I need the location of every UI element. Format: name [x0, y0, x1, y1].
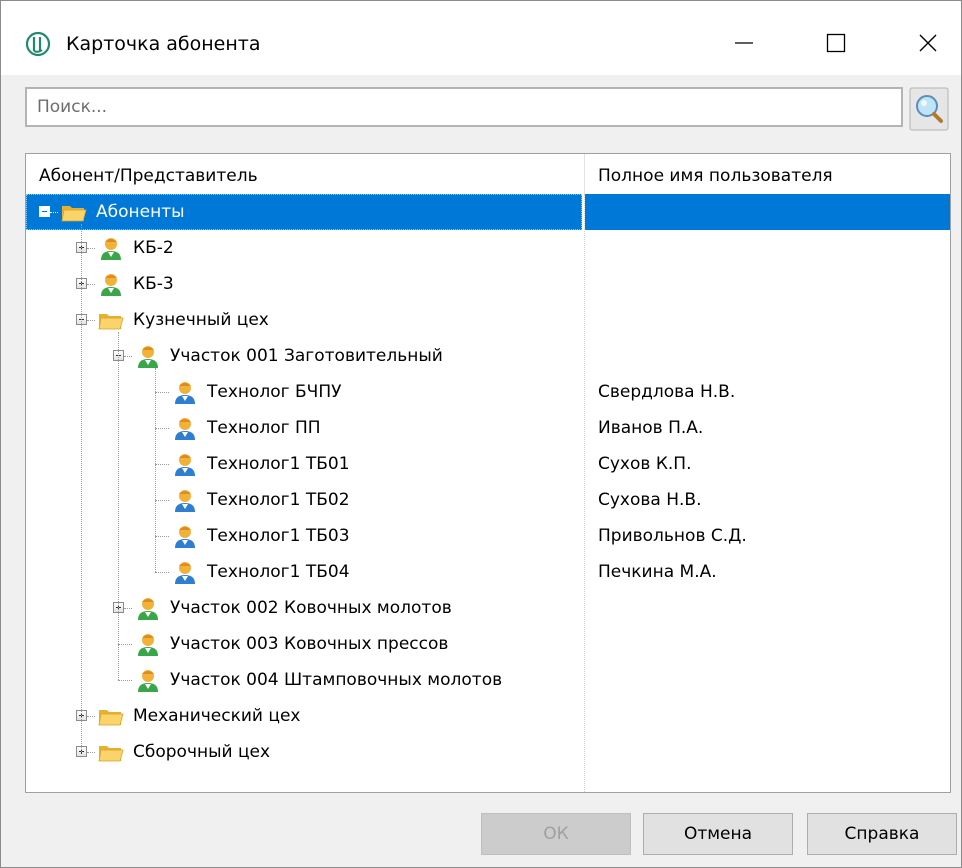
window-title: Карточка абонента [66, 33, 261, 55]
tree-item-label: Кузнечный цех [133, 310, 269, 330]
tree-row[interactable]: Механический цех [26, 698, 950, 734]
tree-row[interactable]: Участок 002 Ковочных молотов [26, 590, 950, 626]
tree-item-label: Абоненты [96, 202, 185, 222]
user-green-icon [98, 271, 124, 297]
user-green-icon [135, 631, 161, 657]
tree-connector [155, 428, 169, 429]
user-fullname: Печкина М.А. [598, 562, 717, 582]
tree-row[interactable]: КБ-2 [26, 230, 950, 266]
user-blue-icon [172, 451, 198, 477]
tree-row[interactable]: Технолог1 ТБ01 Сухов К.П. [26, 446, 950, 482]
tree-row[interactable]: Участок 001 Заготовительный [26, 338, 950, 374]
tree-item-label: Технолог1 ТБ01 [207, 454, 350, 474]
tree-item-label: Технолог1 ТБ04 [207, 562, 350, 582]
user-blue-icon [172, 523, 198, 549]
tree-connector [155, 464, 169, 465]
minimize-button[interactable] [721, 21, 767, 65]
tree-connector [155, 536, 169, 537]
folder-open-icon [61, 199, 87, 225]
tree-row[interactable]: Технолог ПП Иванов П.А. [26, 410, 950, 446]
user-green-icon [135, 595, 161, 621]
search-magnifier-icon [909, 87, 949, 131]
collapse-icon[interactable] [39, 206, 50, 217]
tree-connector [87, 248, 95, 249]
tree-connector [155, 392, 169, 393]
user-green-icon [98, 235, 124, 261]
tree-item-label: Механический цех [133, 706, 301, 726]
tree-connector [124, 608, 132, 609]
tree-connector [50, 212, 58, 213]
column-header-fullname[interactable]: Полное имя пользователя [585, 154, 950, 194]
tree-connector [87, 320, 95, 321]
tree-row[interactable]: Участок 004 Штамповочных молотов [26, 662, 950, 698]
user-green-icon [135, 343, 161, 369]
tree-row[interactable]: Кузнечный цех [26, 302, 950, 338]
tree-row[interactable]: Технолог1 ТБ03 Привольнов С.Д. [26, 518, 950, 554]
folder-open-icon [98, 703, 124, 729]
user-fullname: Сухов К.П. [598, 454, 692, 474]
tree-row[interactable]: Технолог1 ТБ02 Сухова Н.В. [26, 482, 950, 518]
search-input[interactable] [25, 87, 903, 127]
tree-connector [118, 644, 132, 645]
tree-row-selected[interactable]: Абоненты [26, 194, 950, 230]
dialog-window: Карточка абонента Абонент/Представитель … [0, 0, 962, 868]
maximize-icon [826, 33, 846, 53]
tree-row[interactable]: Технолог БЧПУ Свердлова Н.В. [26, 374, 950, 410]
tree-row[interactable]: КБ-3 [26, 266, 950, 302]
tree-row[interactable]: Технолог1 ТБ04 Печкина М.А. [26, 554, 950, 590]
user-fullname: Свердлова Н.В. [598, 382, 736, 402]
tree-row[interactable]: Участок 003 Ковочных прессов [26, 626, 950, 662]
user-fullname: Привольнов С.Д. [598, 526, 747, 546]
tree-connector [87, 716, 95, 717]
tree-row[interactable]: Сборочный цех [26, 734, 950, 770]
tree-guide-line [118, 332, 119, 680]
tree-item-label: Технолог ПП [207, 418, 321, 438]
maximize-button[interactable] [813, 21, 859, 65]
ok-button[interactable]: ОК [481, 813, 631, 855]
user-blue-icon [172, 559, 198, 585]
app-logo-icon [25, 31, 51, 57]
selection-highlight [585, 194, 950, 230]
cancel-button[interactable]: Отмена [643, 813, 793, 855]
tree-connector [124, 356, 132, 357]
search-button[interactable] [909, 87, 949, 131]
tree-item-label: КБ-3 [133, 274, 174, 294]
user-blue-icon [172, 379, 198, 405]
help-button[interactable]: Справка [807, 813, 957, 855]
tree-item-label: Участок 002 Ковочных молотов [170, 598, 452, 618]
user-fullname: Сухова Н.В. [598, 490, 702, 510]
tree-item-label: Участок 004 Штамповочных молотов [170, 670, 503, 690]
minimize-icon [735, 42, 753, 44]
user-blue-icon [172, 415, 198, 441]
tree-item-label: КБ-2 [133, 238, 174, 258]
tree-item-label: Участок 003 Ковочных прессов [170, 634, 449, 654]
user-green-icon [135, 667, 161, 693]
tree-item-label: Технолог1 ТБ03 [207, 526, 350, 546]
tree-item-label: Технолог БЧПУ [207, 382, 342, 402]
close-button[interactable] [905, 21, 951, 65]
tree-guide-line [155, 368, 156, 572]
folder-open-icon [98, 307, 124, 333]
folder-open-icon [98, 739, 124, 765]
tree-item-label: Сборочный цех [133, 742, 271, 762]
column-header-subscriber[interactable]: Абонент/Представитель [26, 154, 584, 194]
user-blue-icon [172, 487, 198, 513]
tree-connector [155, 572, 169, 573]
close-icon [919, 34, 937, 52]
subscriber-tree[interactable]: Абонент/Представитель Полное имя пользов… [25, 153, 951, 793]
tree-connector [118, 680, 132, 681]
tree-connector [87, 284, 95, 285]
tree-guide-line [81, 224, 82, 752]
tree-connector [87, 752, 95, 753]
user-fullname: Иванов П.А. [598, 418, 704, 438]
tree-connector [155, 500, 169, 501]
title-bar: Карточка абонента [1, 1, 961, 75]
search-box [25, 87, 907, 131]
tree-item-label: Технолог1 ТБ02 [207, 490, 350, 510]
tree-item-label: Участок 001 Заготовительный [170, 346, 443, 366]
